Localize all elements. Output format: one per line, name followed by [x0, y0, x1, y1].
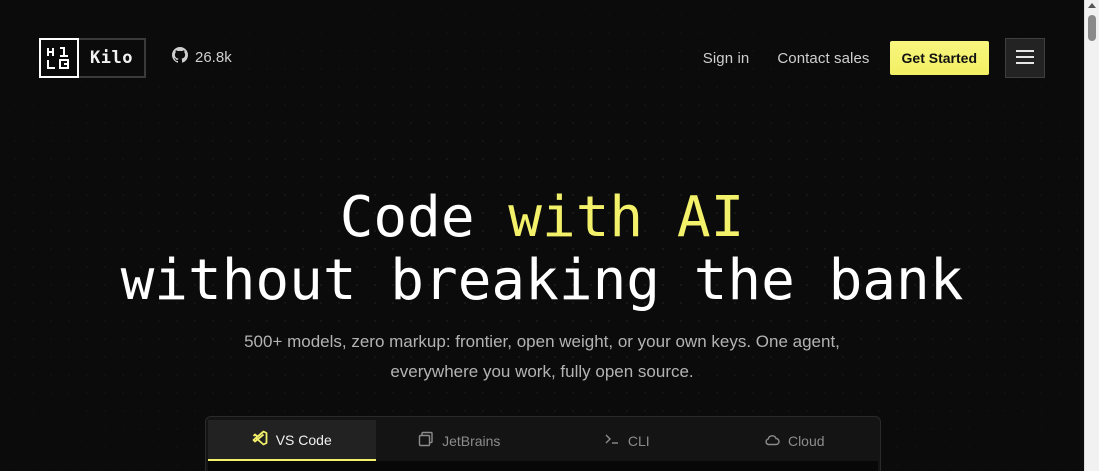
site-header: Kilo 26.8k Sign in Contact sales Get Sta… [39, 38, 1045, 80]
github-stars-link[interactable]: 26.8k [172, 47, 232, 67]
hero-subtitle-line-1: 500+ models, zero markup: frontier, open… [244, 332, 840, 351]
tab-vs-code[interactable]: VS Code [208, 420, 376, 461]
sign-in-link[interactable]: Sign in [703, 50, 750, 67]
hero-section: Code with AI without breaking the bank 5… [0, 186, 1084, 387]
tab-cloud[interactable]: Cloud [711, 420, 879, 461]
scrollbar-thumb[interactable] [1088, 15, 1096, 41]
tab-panel-preview [208, 461, 878, 471]
hero-title-plain: Code [339, 185, 509, 250]
hero-title-line-2: without breaking the bank [120, 248, 964, 313]
ide-tabs: VS Code JetBrains CLI Cloud [205, 416, 881, 471]
scroll-up-arrow-icon[interactable] [1088, 3, 1096, 8]
github-stars-count: 26.8k [195, 48, 232, 66]
hero-title-line-1: Code with AI [0, 186, 1084, 249]
tab-label: VS Code [275, 431, 332, 448]
get-started-button[interactable]: Get Started [889, 41, 989, 75]
tab-cli[interactable]: CLI [543, 420, 711, 461]
cloud-icon [764, 433, 780, 449]
logo-text: Kilo [90, 48, 133, 68]
vscode-icon [252, 430, 268, 449]
tab-label: JetBrains [442, 432, 501, 449]
tab-label: CLI [627, 432, 650, 449]
hero-title-accent: with AI [508, 185, 745, 250]
page: Kilo 26.8k Sign in Contact sales Get Sta… [0, 0, 1099, 471]
terminal-icon [604, 432, 620, 449]
hero-subtitle-line-2: everywhere you work, fully open source. [390, 362, 694, 381]
header-nav: Sign in Contact sales Get Started [703, 38, 1045, 78]
contact-sales-link[interactable]: Contact sales [777, 50, 869, 67]
jetbrains-icon [418, 431, 434, 450]
hamburger-menu-icon [1016, 49, 1034, 67]
tab-label: Cloud [787, 432, 825, 449]
page-scrollbar[interactable] [1084, 0, 1099, 471]
tab-jetbrains[interactable]: JetBrains [376, 420, 544, 461]
logo-link[interactable]: Kilo [39, 38, 146, 78]
menu-button[interactable] [1005, 38, 1045, 78]
hero-subtitle: 500+ models, zero markup: frontier, open… [0, 327, 1084, 387]
kilo-logo-icon [39, 38, 79, 78]
github-icon [172, 47, 189, 67]
